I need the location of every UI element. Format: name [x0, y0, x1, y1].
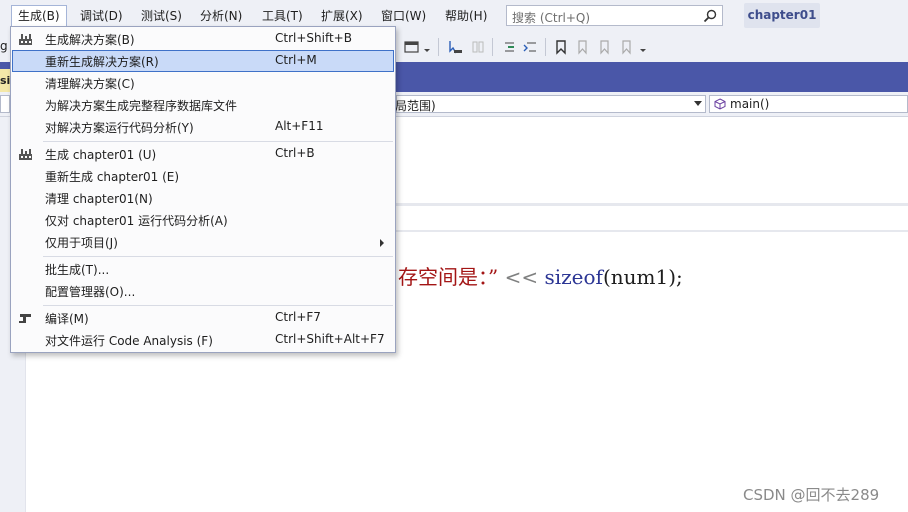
menu-build[interactable]: 生成(B): [11, 5, 67, 26]
menu-item-label: 为解决方案生成完整程序数据库文件: [45, 99, 238, 113]
outdent-icon[interactable]: [522, 39, 538, 55]
scope-dropdown-value: 局范围): [395, 99, 436, 113]
bookmark-prev-icon[interactable]: [574, 39, 590, 55]
search-input[interactable]: 搜索 (Ctrl+Q): [506, 5, 723, 26]
code-line[interactable]: 存空间是：” << sizeof(num1);: [398, 263, 683, 291]
menu-item-run-code-analysis-solution[interactable]: 对解决方案运行代码分析(Y) Alt+F11: [12, 116, 394, 138]
build-icon: [19, 34, 32, 45]
menu-item-label: 批生成(T)...: [45, 263, 110, 277]
menu-analyze[interactable]: 分析(N): [194, 6, 248, 26]
menu-item-compile[interactable]: 编译(M) Ctrl+F7: [12, 307, 394, 329]
menu-item-batch-build[interactable]: 批生成(T)...: [12, 258, 394, 280]
menu-item-label: 重新生成 chapter01 (E): [45, 170, 180, 184]
menu-item-project-only[interactable]: 仅用于项目(J): [12, 231, 394, 253]
compile-icon: [19, 314, 31, 323]
menu-item-shortcut: Ctrl+Shift+Alt+F7: [275, 332, 385, 346]
project-name-badge[interactable]: chapter01: [744, 3, 820, 28]
menu-tools[interactable]: 工具(T): [256, 6, 309, 26]
columns-icon[interactable]: [470, 39, 486, 55]
chevron-down-icon[interactable]: [422, 39, 432, 55]
menu-item-label: 清理 chapter01(N): [45, 192, 153, 206]
menu-item-clean-project[interactable]: 清理 chapter01(N): [12, 187, 394, 209]
menu-item-shortcut: Ctrl+F7: [275, 310, 321, 324]
menu-item-label: 对解决方案运行代码分析(Y): [45, 121, 194, 135]
menu-extensions[interactable]: 扩展(X): [315, 6, 369, 26]
bookmark-icon[interactable]: [553, 39, 569, 55]
menu-item-label: 编译(M): [45, 312, 89, 326]
menu-item-rebuild-solution[interactable]: 重新生成解决方案(R) Ctrl+M: [12, 50, 394, 72]
method-cube-icon: [714, 98, 726, 110]
menu-test[interactable]: 测试(S): [135, 6, 188, 26]
menu-item-label: 清理解决方案(C): [45, 77, 135, 91]
search-icon: [703, 9, 717, 23]
toolbar-cut-text: g: [0, 39, 8, 53]
member-dropdown-value: main(): [730, 97, 770, 111]
project-scope-dropdown[interactable]: [0, 95, 10, 113]
bookmark-clear-icon[interactable]: [618, 39, 634, 55]
menu-item-generate-pdb[interactable]: 为解决方案生成完整程序数据库文件: [12, 94, 394, 116]
scope-dropdown[interactable]: 局范围): [395, 95, 706, 113]
menu-item-label: 对文件运行 Code Analysis (F): [45, 334, 213, 348]
build-menu: 生成解决方案(B) Ctrl+Shift+B 重新生成解决方案(R) Ctrl+…: [10, 26, 396, 353]
code-string-literal: 存空间是：”: [398, 265, 499, 289]
menu-item-label: 仅对 chapter01 运行代码分析(A): [45, 214, 228, 228]
menu-debug[interactable]: 调试(D): [74, 6, 129, 26]
chevron-down-icon: [694, 101, 702, 106]
menu-separator: [43, 141, 393, 142]
menu-item-shortcut: Alt+F11: [275, 119, 324, 133]
member-dropdown[interactable]: main(): [709, 95, 908, 113]
menu-item-label: 配置管理器(O)...: [45, 285, 136, 299]
window-layout-icon[interactable]: [404, 39, 420, 55]
menu-item-shortcut: Ctrl+B: [275, 146, 315, 160]
menu-item-label: 重新生成解决方案(R): [45, 55, 159, 69]
watermark: CSDN @回不去289: [743, 486, 880, 504]
submenu-arrow-icon: [380, 239, 384, 247]
menu-item-label: 生成 chapter01 (U): [45, 148, 157, 162]
menu-item-configuration-manager[interactable]: 配置管理器(O)...: [12, 280, 394, 302]
code-function-name: sizeof: [544, 265, 603, 289]
menu-item-rebuild-project[interactable]: 重新生成 chapter01 (E): [12, 165, 394, 187]
cursor-icon[interactable]: [447, 39, 463, 55]
code-operator: <<: [498, 265, 545, 289]
indent-icon[interactable]: [500, 39, 516, 55]
menu-item-build-solution[interactable]: 生成解决方案(B) Ctrl+Shift+B: [12, 28, 394, 50]
menu-separator: [43, 305, 393, 306]
menu-item-run-code-analysis-file[interactable]: 对文件运行 Code Analysis (F) Ctrl+Shift+Alt+F…: [12, 329, 394, 351]
search-placeholder: 搜索 (Ctrl+Q): [512, 11, 591, 25]
code-arguments: (num1);: [602, 265, 683, 289]
menu-separator: [43, 256, 393, 257]
menu-item-run-code-analysis-project[interactable]: 仅对 chapter01 运行代码分析(A): [12, 209, 394, 231]
menu-item-clean-solution[interactable]: 清理解决方案(C): [12, 72, 394, 94]
menu-help[interactable]: 帮助(H): [439, 6, 493, 26]
build-icon: [19, 149, 32, 160]
bookmark-next-icon[interactable]: [596, 39, 612, 55]
menu-window[interactable]: 窗口(W): [375, 6, 432, 26]
menu-item-label: 仅用于项目(J): [45, 236, 118, 250]
menu-item-shortcut: Ctrl+Shift+B: [275, 31, 352, 45]
menu-item-shortcut: Ctrl+M: [275, 53, 317, 67]
menu-item-build-project[interactable]: 生成 chapter01 (U) Ctrl+B: [12, 143, 394, 165]
toolbar-overflow-icon[interactable]: [638, 39, 648, 55]
menu-item-label: 生成解决方案(B): [45, 33, 135, 47]
